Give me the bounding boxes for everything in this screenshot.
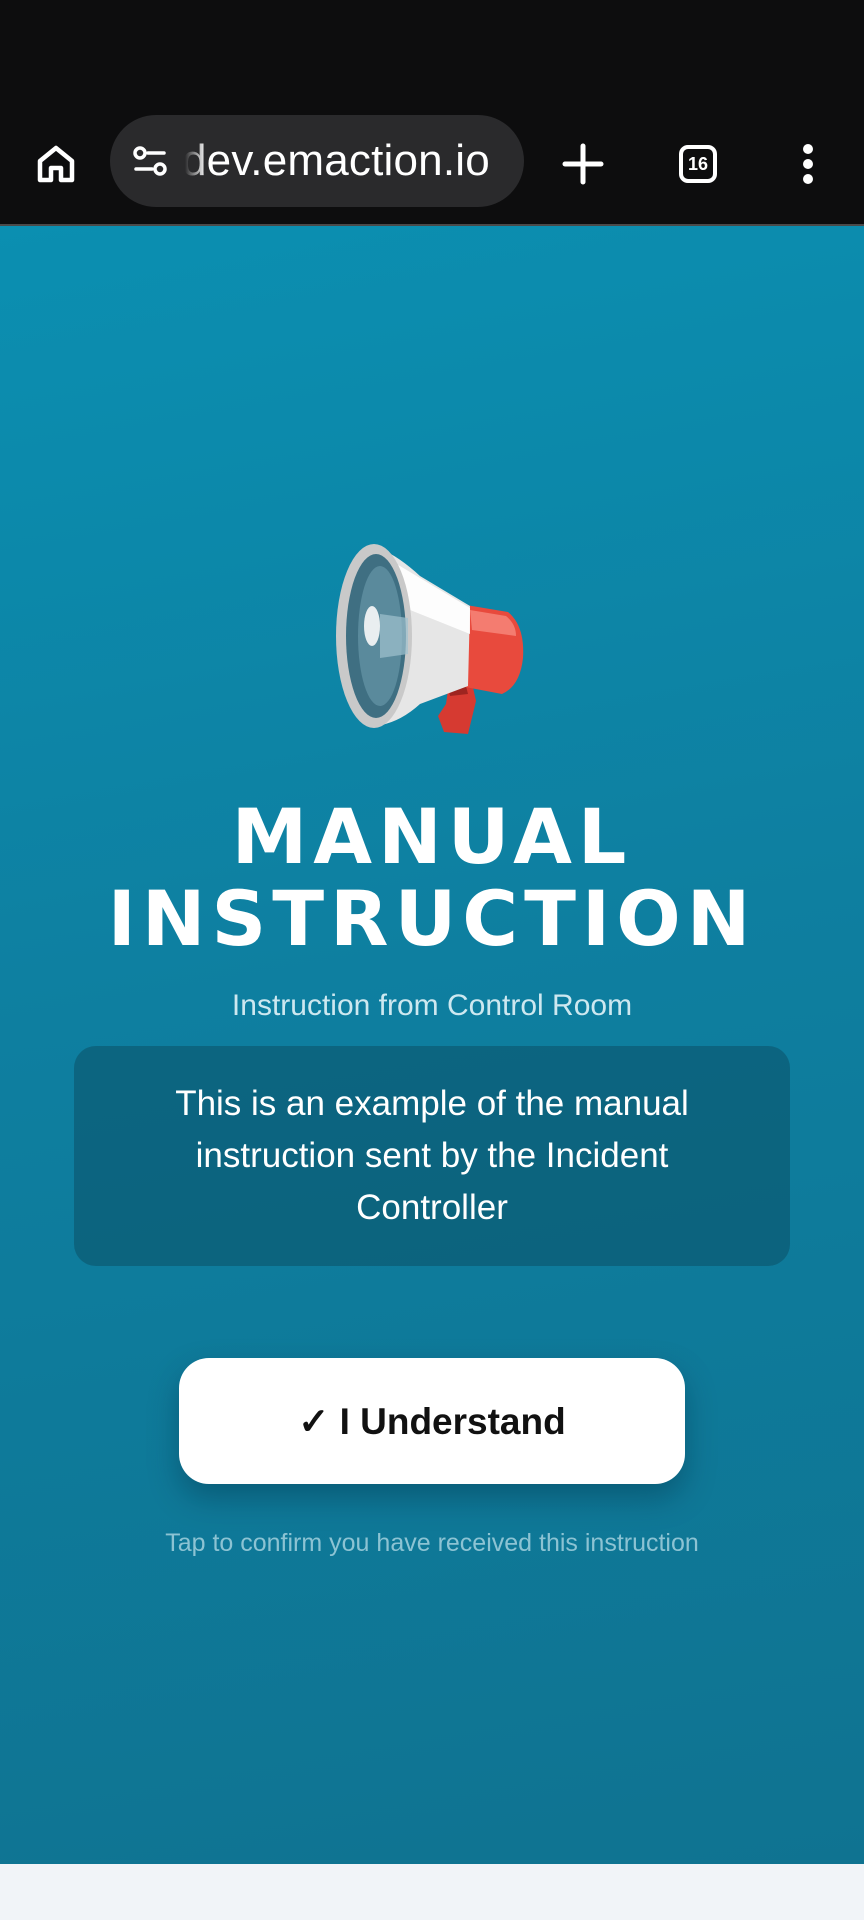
megaphone-icon: [336, 544, 524, 734]
home-icon: [37, 145, 75, 183]
subtitle: Instruction from Control Room: [231, 989, 633, 1022]
url-text[interactable]: dev.emaction.io: [182, 115, 490, 207]
site-settings-icon[interactable]: [130, 141, 170, 181]
status-bar: [0, 0, 864, 110]
browser-menu-button[interactable]: [778, 134, 838, 194]
instruction-message-box: This is an example of the manual instruc…: [74, 1046, 790, 1266]
instruction-page: MANUAL INSTRUCTION Instruction from Cont…: [0, 226, 864, 1864]
tab-count: 16: [679, 145, 717, 183]
title-line-1: MANUAL: [231, 792, 633, 881]
more-vert-icon: [803, 144, 813, 184]
confirm-hint: Tap to confirm you have received this in…: [165, 1529, 699, 1557]
new-tab-button[interactable]: [553, 134, 613, 194]
url-fade: [176, 115, 206, 207]
instruction-message: This is an example of the manual instruc…: [175, 1084, 689, 1227]
address-bar[interactable]: dev.emaction.io: [110, 115, 524, 207]
tab-switcher-button[interactable]: 16: [668, 134, 728, 194]
navigation-bar: [0, 1864, 864, 1920]
title-line-2: INSTRUCTION: [107, 874, 757, 963]
home-button[interactable]: [26, 134, 86, 194]
i-understand-button[interactable]: ✓ I Understand: [179, 1358, 685, 1484]
plus-icon: [562, 143, 604, 185]
page-title: MANUAL INSTRUCTION: [0, 796, 864, 960]
browser-toolbar: dev.emaction.io 16: [0, 110, 864, 226]
